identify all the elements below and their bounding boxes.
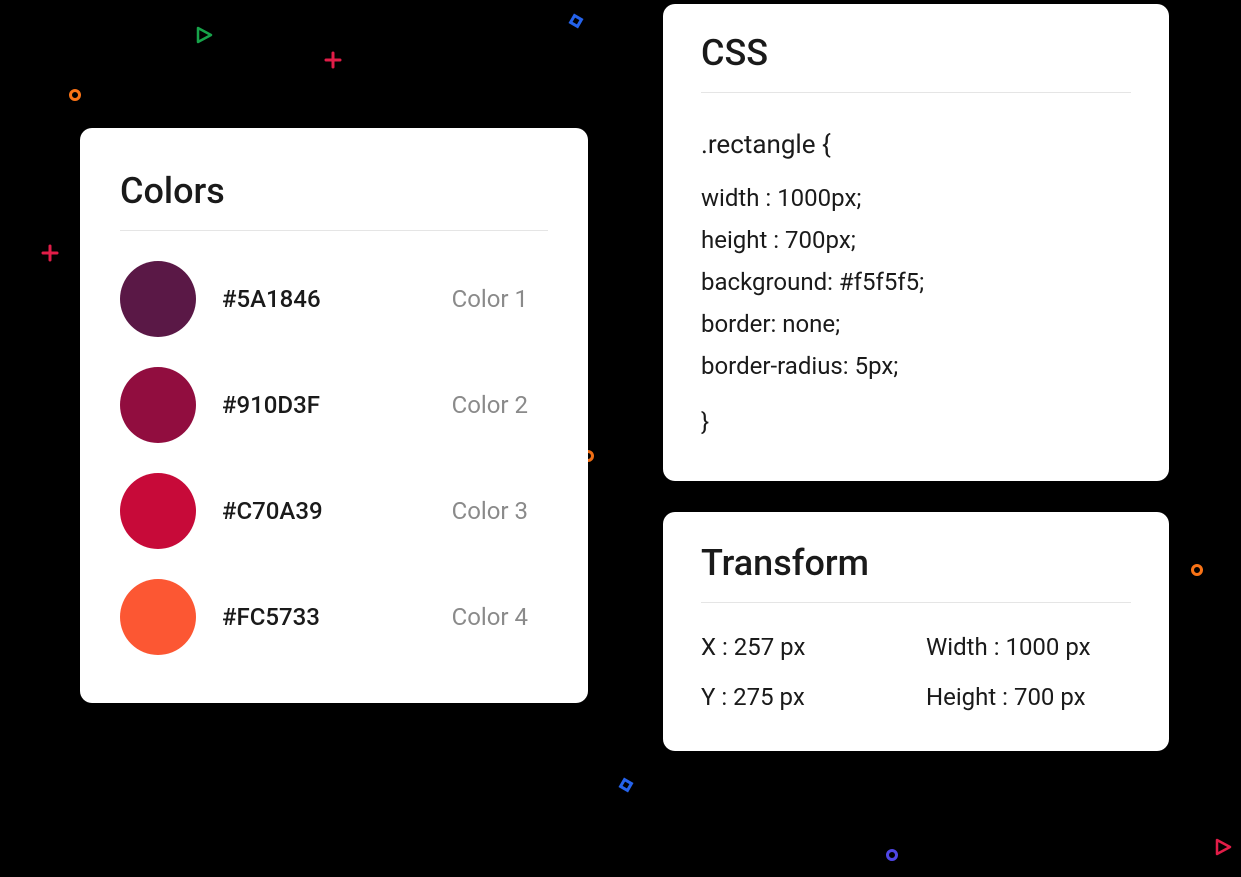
css-code-block: .rectangle { width : 1000px; height : 70…: [701, 123, 1131, 443]
circle-icon: [884, 847, 900, 863]
css-property: height : 700px;: [701, 219, 1131, 261]
color-label: Color 3: [452, 497, 528, 525]
css-selector: .rectangle {: [701, 123, 1131, 169]
triangle-icon: [1214, 838, 1232, 856]
css-title: CSS: [701, 32, 1131, 74]
color-hex-value: #910D3F: [222, 391, 452, 419]
css-property: border-radius: 5px;: [701, 345, 1131, 387]
transform-panel: Transform X : 257 px Width : 1000 px Y :…: [663, 512, 1169, 751]
circle-icon: [67, 87, 83, 103]
divider: [120, 230, 548, 231]
divider: [701, 602, 1131, 603]
diamond-icon: [567, 12, 585, 30]
transform-width: Width : 1000 px: [926, 633, 1131, 661]
plus-icon: [41, 244, 59, 262]
color-swatch: [120, 367, 196, 443]
transform-x: X : 257 px: [701, 633, 906, 661]
css-property: width : 1000px;: [701, 177, 1131, 219]
transform-height: Height : 700 px: [926, 683, 1131, 711]
transform-y: Y : 275 px: [701, 683, 906, 711]
color-row: #910D3F Color 2: [120, 367, 548, 443]
transform-grid: X : 257 px Width : 1000 px Y : 275 px He…: [701, 633, 1131, 711]
color-hex-value: #FC5733: [222, 603, 452, 631]
color-swatch: [120, 473, 196, 549]
css-property: border: none;: [701, 303, 1131, 345]
color-swatch: [120, 579, 196, 655]
color-label: Color 2: [452, 391, 528, 419]
color-label: Color 4: [452, 603, 528, 631]
triangle-icon: [195, 26, 213, 44]
colors-title: Colors: [120, 170, 548, 212]
colors-panel: Colors #5A1846 Color 1 #910D3F Color 2 #…: [80, 128, 588, 703]
divider: [701, 92, 1131, 93]
css-property: background: #f5f5f5;: [701, 261, 1131, 303]
color-hex-value: #5A1846: [222, 285, 452, 313]
color-hex-value: #C70A39: [222, 497, 452, 525]
circle-icon: [1189, 562, 1205, 578]
color-row: #C70A39 Color 3: [120, 473, 548, 549]
css-panel: CSS .rectangle { width : 1000px; height …: [663, 4, 1169, 481]
color-label: Color 1: [452, 285, 528, 313]
plus-icon: [324, 51, 342, 69]
color-row: #FC5733 Color 4: [120, 579, 548, 655]
color-swatch: [120, 261, 196, 337]
css-close-brace: }: [701, 401, 1131, 443]
color-row: #5A1846 Color 1: [120, 261, 548, 337]
transform-title: Transform: [701, 542, 1131, 584]
diamond-icon: [617, 776, 635, 794]
